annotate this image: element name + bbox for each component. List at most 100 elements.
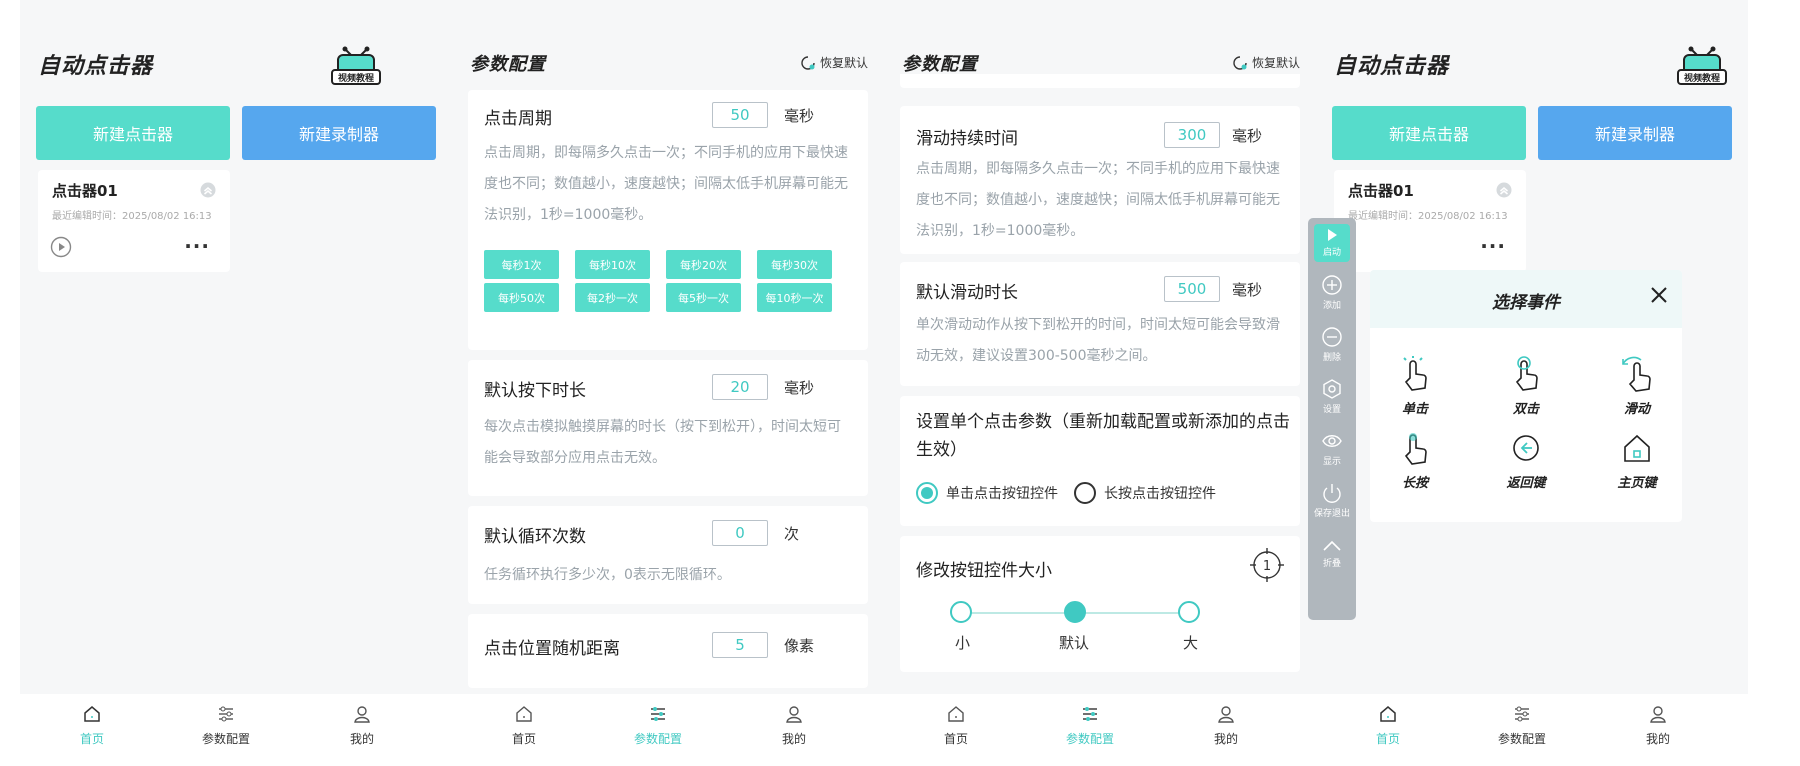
card-title: 点击位置随机距离 [484,639,620,659]
tab-mine[interactable]: 我的 [312,704,412,747]
collapse-icon[interactable] [1496,182,1512,202]
new-recorder-button[interactable]: 新建录制器 [242,106,436,160]
screen-home: 自动点击器 视频教程 新建点击器 新建录制器 点击器01 最近编辑时间：2025… [20,0,452,766]
settings-button[interactable]: 设置 [1308,378,1356,415]
size-slider-stop[interactable] [1178,601,1200,623]
event-home-key[interactable]: 主页键 [1592,430,1682,491]
radio-unselected-icon [1074,482,1096,504]
clicker-card[interactable]: 点击器01 最近编辑时间：2025/08/02 16:13 ··· [38,170,230,272]
play-icon[interactable] [50,236,72,262]
sliders-icon [1515,706,1529,722]
logo-text: 视频教程 [1684,72,1720,84]
tab-label: 首页 [1375,732,1400,746]
user-icon [1650,706,1666,723]
tab-label: 参数配置 [201,732,250,746]
preset-chip[interactable]: 每5秒一次 [666,283,741,312]
event-label: 返回键 [1506,476,1546,491]
tab-home[interactable]: 首页 [1338,704,1438,747]
user-icon [786,706,802,723]
add-button[interactable]: 添加 [1308,274,1356,311]
new-recorder-button[interactable]: 新建录制器 [1538,106,1732,160]
preset-chip[interactable]: 每秒10次 [575,250,650,279]
tab-home[interactable]: 首页 [474,704,574,747]
more-icon[interactable]: ··· [1480,234,1506,258]
size-preview-icon: 1 [1250,548,1284,586]
floating-toolbar: 启动 添加 删除 设置 显示 保存退出 折叠 [1308,218,1356,620]
click-period-input[interactable]: 50 [712,102,768,128]
press-duration-input[interactable]: 20 [712,374,768,400]
restore-default-button[interactable]: 恢复默认 [1232,54,1300,71]
restore-icon [1233,55,1247,70]
tab-params[interactable]: 参数配置 [1472,704,1572,747]
collapse-icon[interactable] [200,182,216,202]
start-button[interactable]: 启动 [1314,224,1350,262]
event-label: 主页键 [1617,476,1657,491]
tab-home[interactable]: 首页 [42,704,142,747]
size-slider-thumb[interactable] [1064,601,1086,623]
tab-home[interactable]: 首页 [906,704,1006,747]
unit-label: 毫秒 [1232,127,1263,145]
tab-mine[interactable]: 我的 [744,704,844,747]
tab-bar: 首页 参数配置 我的 [452,694,884,766]
tab-params[interactable]: 参数配置 [608,704,708,747]
event-swipe[interactable]: 滑动 [1592,356,1682,417]
tab-label: 首页 [943,732,968,746]
event-double-tap[interactable]: 双击 [1481,356,1571,417]
toolbar-label: 添加 [1322,301,1341,311]
toolbar-label: 启动 [1322,248,1341,258]
collapse-button[interactable]: 折叠 [1308,538,1356,569]
close-icon[interactable] [1648,284,1670,310]
swipe-duration-input[interactable]: 300 [1164,122,1220,148]
clicker-card[interactable]: 点击器01 最近编辑时间：2025/08/02 16:13 ··· [1334,170,1526,272]
tab-label: 参数配置 [1065,732,1114,746]
random-distance-input[interactable]: 5 [712,632,768,658]
save-exit-button[interactable]: 保存退出 [1308,482,1356,519]
preset-chip[interactable]: 每秒30次 [757,250,832,279]
tab-bar: 首页 参数配置 我的 [20,694,452,766]
tab-mine[interactable]: 我的 [1608,704,1708,747]
radio-tap-option[interactable]: 单击点击按钮控件 [916,482,1058,504]
size-slider-stop[interactable] [950,601,972,623]
default-swipe-input[interactable]: 500 [1164,276,1220,302]
card-description: 点击周期，即每隔多久点击一次；不同手机的应用下最快速度也不同；数值越小，速度越快… [484,145,848,223]
unit-label: 像素 [784,637,815,655]
radio-long-press-option[interactable]: 长按点击按钮控件 [1074,482,1216,504]
tab-label: 我的 [781,732,806,746]
press-duration-card: 默认按下时长 20 毫秒 每次点击模拟触摸屏幕的时长（按下到松开），时间太短可能… [468,360,868,496]
preset-chip[interactable]: 每秒1次 [484,250,559,279]
card-title: 默认按下时长 [484,381,586,401]
preset-chip[interactable]: 每秒50次 [484,283,559,312]
video-tutorial-logo[interactable]: 视频教程 [1674,42,1730,88]
unit-label: 毫秒 [1232,281,1263,299]
tab-label: 我的 [349,732,374,746]
show-button[interactable]: 显示 [1308,430,1356,467]
stage: 自动点击器 视频教程 新建点击器 新建录制器 点击器01 最近编辑时间：2025… [0,0,1800,766]
card-title: 滑动持续时间 [916,129,1018,149]
tab-params[interactable]: 参数配置 [1040,704,1140,747]
preset-chip[interactable]: 每2秒一次 [575,283,650,312]
more-icon[interactable]: ··· [184,234,210,258]
delete-button[interactable]: 删除 [1308,326,1356,363]
video-tutorial-logo[interactable]: 视频教程 [328,42,384,88]
page-title: 参数配置 [902,54,978,75]
tab-label: 参数配置 [633,732,682,746]
toolbar-label: 设置 [1322,405,1341,415]
event-back-key[interactable]: 返回键 [1481,430,1571,491]
size-label-small: 小 [955,634,971,652]
eye-icon [1322,435,1342,447]
radio-selected-icon [916,482,938,504]
gear-icon [1323,379,1341,399]
loop-count-input[interactable]: 0 [712,520,768,546]
preset-chip[interactable]: 每秒20次 [666,250,741,279]
preset-chip[interactable]: 每10秒一次 [757,283,832,312]
restore-default-button[interactable]: 恢复默认 [800,54,868,71]
event-long-press[interactable]: 长按 [1370,430,1460,491]
user-icon [1218,706,1234,723]
single-click-card: 设置单个点击参数（重新加载配置或新添加的点击生效） 单击点击按钮控件 长按点击按… [900,396,1300,526]
tab-mine[interactable]: 我的 [1176,704,1276,747]
new-clicker-button[interactable]: 新建点击器 [36,106,230,160]
new-clicker-button[interactable]: 新建点击器 [1332,106,1526,160]
tab-params[interactable]: 参数配置 [176,704,276,747]
event-tap[interactable]: 单击 [1370,356,1460,417]
card-description: 每次点击模拟触摸屏幕的时长（按下到松开），时间太短可能会导致部分应用点击无效。 [484,419,841,466]
